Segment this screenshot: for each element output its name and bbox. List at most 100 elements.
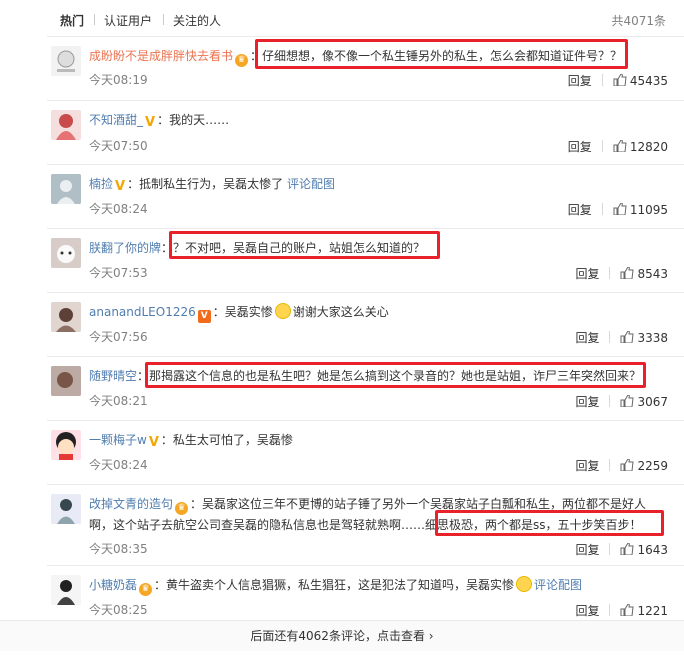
comment-text: 黄牛盗卖个人信息猖獗，私生猖狂，这是犯法了知道吗，吴磊实惨 xyxy=(166,578,515,592)
thumb-up-icon xyxy=(620,331,635,343)
comment-actions: 回复 45435 xyxy=(568,72,668,89)
tab-following[interactable]: 关注的人 xyxy=(173,12,221,29)
comment-body: 小糖奶磊 ♛ ：黄牛盗卖个人信息猖獗，私生猖狂，这是犯法了知道吗，吴磊实惨 评论配图 xyxy=(89,576,583,596)
tab-divider xyxy=(94,14,95,25)
reply-button[interactable]: 回复 xyxy=(575,395,599,409)
avatar[interactable] xyxy=(51,430,81,460)
username[interactable]: 随野晴空 xyxy=(89,369,137,383)
username[interactable]: 一颗梅子w xyxy=(89,433,147,447)
comment-actions: 回复 3067 xyxy=(575,393,668,410)
username[interactable]: 成盼盼不是成胖胖快去看书 xyxy=(89,49,233,63)
comment-time: 今天07:50 xyxy=(89,139,148,153)
highlight-box xyxy=(255,39,628,69)
comment-actions: 回复 1221 xyxy=(575,602,668,619)
thumb-up-icon xyxy=(613,74,627,86)
username[interactable]: 不知酒甜_ xyxy=(89,113,143,127)
avatar[interactable] xyxy=(51,110,81,140)
avatar[interactable] xyxy=(51,238,81,268)
divider xyxy=(609,331,611,343)
comment-time: 今天08:24 xyxy=(89,202,148,216)
verified-icon: V xyxy=(115,179,126,194)
like-button[interactable]: 2259 xyxy=(620,459,668,473)
comment-body: 一颗梅子w V ：私生太可怕了，吴磊惨 xyxy=(89,433,293,450)
comment-text: 我的天…… xyxy=(169,113,230,127)
list-item: 不知酒甜_ V ：我的天…… 今天07:50 回复 12820 xyxy=(47,100,684,164)
like-button[interactable]: 3338 xyxy=(620,331,668,345)
comment-body: ananandLEO1226 V ：吴磊实惨 谢谢大家这么关心 xyxy=(89,303,389,323)
reply-button[interactable]: 回复 xyxy=(568,74,592,88)
comment-total-count: 共4071条 xyxy=(611,14,666,28)
thumb-up-icon xyxy=(613,140,627,152)
comment-actions: 回复 3338 xyxy=(575,329,668,346)
divider xyxy=(601,74,603,86)
comment-time: 今天08:35 xyxy=(89,542,148,556)
comment-time: 今天08:21 xyxy=(89,394,148,408)
username[interactable]: 小糖奶磊 xyxy=(89,578,137,592)
comment-image-link[interactable]: 评论配图 xyxy=(287,177,335,191)
avatar[interactable] xyxy=(51,46,81,76)
like-count: 3067 xyxy=(637,395,668,409)
reply-button[interactable]: 回复 xyxy=(575,604,599,618)
list-item: 成盼盼不是成胖胖快去看书 ♛ ：仔细想想，像不像一个私生锤另外的私生，怎么会都知道证… xyxy=(47,36,684,100)
verified-icon: V xyxy=(197,310,211,323)
verified-icon: V xyxy=(148,435,159,450)
username[interactable]: ananandLEO1226 xyxy=(89,305,196,319)
like-count: 11095 xyxy=(629,203,668,217)
avatar[interactable] xyxy=(51,494,81,524)
reply-button[interactable]: 回复 xyxy=(568,140,592,154)
like-count: 2259 xyxy=(637,459,668,473)
divider xyxy=(609,459,611,471)
reply-button[interactable]: 回复 xyxy=(575,331,599,345)
verified-icon: V xyxy=(145,115,156,130)
list-item: ananandLEO1226 V ：吴磊实惨 谢谢大家这么关心 今天07:56 回复 3… xyxy=(47,292,684,356)
comment-tabs: 热门 认证用户 关注的人 共4071条 xyxy=(0,0,684,38)
avatar[interactable] xyxy=(51,174,81,204)
crown-icon: ♛ xyxy=(235,54,249,67)
tab-verified[interactable]: 认证用户 xyxy=(104,12,152,29)
avatar[interactable] xyxy=(51,575,81,605)
like-button[interactable]: 45435 xyxy=(613,74,668,88)
avatar[interactable] xyxy=(51,366,81,396)
username[interactable]: 楠捡 xyxy=(89,177,113,191)
like-button[interactable]: 12820 xyxy=(613,140,668,154)
like-button[interactable]: 1643 xyxy=(620,543,668,557)
crown-icon: ♛ xyxy=(139,583,153,596)
comment-body: 楠捡 V ：抵制私生行为，吴磊太惨了 评论配图 xyxy=(89,177,335,194)
comment-time: 今天08:19 xyxy=(89,73,148,87)
comment-time: 今天08:24 xyxy=(89,458,148,472)
like-button[interactable]: 1221 xyxy=(620,604,668,618)
reply-button[interactable]: 回复 xyxy=(568,203,592,217)
thumb-up-icon xyxy=(620,543,635,555)
like-button[interactable]: 3067 xyxy=(620,395,668,409)
reply-button[interactable]: 回复 xyxy=(575,459,599,473)
highlight-box xyxy=(145,362,646,388)
like-button[interactable]: 8543 xyxy=(620,267,668,281)
comment-text: 私生太可怕了，吴磊惨 xyxy=(172,433,293,447)
comment-time: 今天07:53 xyxy=(89,266,148,280)
like-count: 12820 xyxy=(629,140,668,154)
load-more-comments[interactable]: 后面还有4062条评论，点击查看 › xyxy=(0,620,684,651)
reply-button[interactable]: 回复 xyxy=(575,267,599,281)
divider xyxy=(609,604,611,616)
thumb-up-icon xyxy=(613,203,627,215)
comment-actions: 回复 8543 xyxy=(575,265,668,282)
divider xyxy=(609,267,611,279)
highlight-box xyxy=(435,510,664,536)
thumb-up-icon xyxy=(620,604,635,616)
smile-emoji-icon xyxy=(516,576,533,592)
comment-time: 今天08:25 xyxy=(89,603,148,617)
like-button[interactable]: 11095 xyxy=(613,203,668,217)
list-item: 随野晴空：那揭露这个信息的也是私生吧？她是怎么搞到这个录音的？她也是站姐，诈尸三… xyxy=(47,356,684,420)
reply-button[interactable]: 回复 xyxy=(575,543,599,557)
username[interactable]: 改掉文青的造句 xyxy=(89,497,173,511)
divider xyxy=(601,203,603,215)
like-count: 1221 xyxy=(637,604,668,618)
divider xyxy=(609,543,611,555)
divider xyxy=(609,395,611,407)
comment-actions: 回复 1643 xyxy=(575,541,668,558)
like-count: 8543 xyxy=(637,267,668,281)
username[interactable]: 朕翻了你的牌 xyxy=(89,241,161,255)
comment-image-link[interactable]: 评论配图 xyxy=(534,578,582,592)
avatar[interactable] xyxy=(51,302,81,332)
tab-hot[interactable]: 热门 xyxy=(60,12,84,29)
